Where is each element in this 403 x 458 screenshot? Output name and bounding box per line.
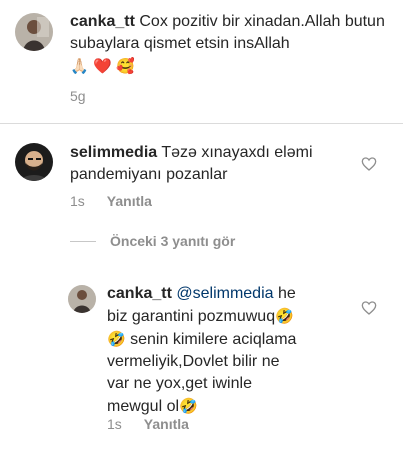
profile-photo-icon [15,143,53,181]
smiling-hearts-emoji: 🥰 [116,57,135,75]
username[interactable]: canka_tt [107,285,172,302]
reply-body-line5: var ne yox,get iwinle [107,375,252,392]
reply-body-line2: biz garantini pozmuwuq [107,308,276,325]
mention-link[interactable]: @selimmedia [176,285,273,302]
rolling-laughing-emoji: 🤣 [275,307,294,325]
praying-hands-emoji: 🙏🏻 [70,57,89,75]
avatar[interactable] [15,143,53,181]
view-previous-replies-button[interactable]: Önceki 3 yanıtı gör [70,233,235,249]
comment-meta: 1s Yanıtla [70,193,152,209]
comment-text: canka_tt Cox pozitiv bir xinadan.Allah b… [70,11,390,78]
comment-text: selimmedia Təzə xınayaxdı eləmi pandemiy… [70,142,360,186]
timestamp: 1s [107,416,122,432]
red-heart-emoji: ❤️ [93,57,112,75]
timestamp: 1s [70,193,85,209]
profile-photo-icon [15,13,53,51]
reply-body-line3: senin kimilere aciqlama [125,331,297,348]
username[interactable]: canka_tt [70,13,135,30]
reply-body-line6: mewgul ol [107,398,180,415]
divider [0,123,403,124]
avatar[interactable] [68,285,96,313]
timestamp: 5g [70,88,86,104]
reply-body-line4: vermeliyik,Dovlet bilir ne [107,353,280,370]
profile-photo-icon [68,285,96,313]
rolling-laughing-emoji: 🤣 [179,397,198,415]
replies-line [70,240,96,242]
reply-text: canka_tt @selimmedia he biz garantini po… [107,283,357,418]
heart-outline-icon[interactable] [361,156,377,172]
username[interactable]: selimmedia [70,144,157,161]
heart-outline-icon[interactable] [361,300,377,316]
reply-button[interactable]: Yanıtla [107,193,152,209]
comment-meta: 5g [70,88,86,104]
reply-meta: 1s Yanıtla [107,416,189,432]
reply-body-line1: he [273,285,296,302]
view-replies-label: Önceki 3 yanıtı gör [110,233,236,249]
reply-button[interactable]: Yanıtla [144,416,189,432]
rolling-laughing-emoji: 🤣 [107,330,126,348]
avatar[interactable] [15,13,53,51]
